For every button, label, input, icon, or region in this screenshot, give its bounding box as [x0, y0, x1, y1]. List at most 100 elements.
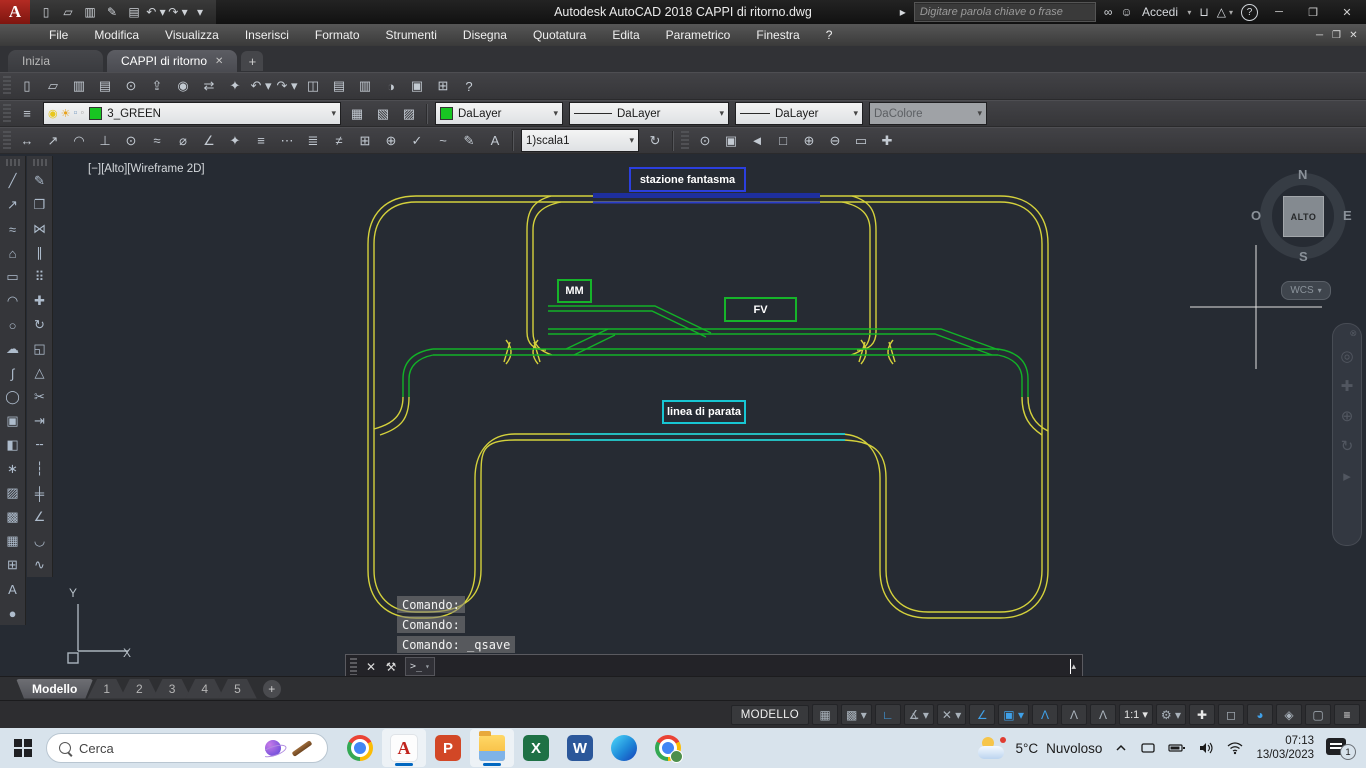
arc-icon[interactable]: ◠ — [1, 289, 25, 313]
dim-angular-icon[interactable]: ∠ — [197, 129, 221, 152]
toolbar-grip[interactable] — [33, 159, 47, 166]
showmotion-icon[interactable]: ▸ — [1343, 464, 1351, 488]
polar-tracking-icon[interactable]: ∡ ▾ — [904, 704, 934, 725]
powerpoint-icon[interactable]: P — [426, 729, 470, 767]
layer-manager-icon[interactable]: ▨ — [397, 102, 421, 125]
annotation-scale-icon[interactable]: Λ — [1090, 704, 1116, 725]
dim-tolerance-icon[interactable]: ⊞ — [353, 129, 377, 152]
tray-expand-icon[interactable] — [1114, 741, 1128, 755]
help-icon[interactable]: ? — [457, 75, 481, 98]
minimize-button[interactable]: ─ — [1266, 3, 1292, 21]
menu-quotatura[interactable]: Quotatura — [520, 24, 599, 46]
offset-icon[interactable]: ∥ — [28, 241, 52, 265]
erase-icon[interactable]: ✎ — [28, 169, 52, 193]
windows-start-button[interactable] — [14, 739, 32, 757]
dim-linear-icon[interactable]: ↔ — [15, 129, 39, 152]
zoom-window-icon[interactable]: ▣ — [719, 129, 743, 152]
customize-plus-icon[interactable]: ✚ — [1189, 704, 1215, 725]
zoom-out-icon[interactable]: ⊖ — [823, 129, 847, 152]
a360-icon[interactable]: △▾ — [1217, 5, 1233, 19]
label-fv[interactable]: FV — [724, 297, 797, 322]
viewport-icon[interactable]: ◫ — [301, 75, 325, 98]
taskbar-search-box[interactable]: Cerca — [46, 733, 328, 763]
layout-tab-4[interactable]: 4 — [185, 679, 224, 699]
dim-update-icon[interactable]: ↻ — [643, 129, 667, 152]
wifi-icon[interactable] — [1226, 741, 1244, 755]
dim-jogged-icon[interactable]: ≈ — [145, 129, 169, 152]
spline-icon[interactable]: ∫ — [1, 361, 25, 385]
workspace-settings-icon[interactable]: ⚙ ▾ — [1156, 704, 1186, 725]
infocenter-expand-icon[interactable]: ▸ — [900, 5, 906, 19]
keyword-search-input[interactable] — [915, 4, 1095, 20]
stretch-icon[interactable]: △ — [28, 361, 52, 385]
extend-icon[interactable]: ⇥ — [28, 409, 52, 433]
ellipse-icon[interactable]: ◯ — [1, 385, 25, 409]
app-store-icon[interactable]: ⊔ — [1199, 5, 1208, 19]
viewcube-north[interactable]: N — [1298, 167, 1307, 182]
search-icon[interactable]: ∞ — [1104, 5, 1113, 19]
menu-file[interactable]: File — [36, 24, 81, 46]
dim-quick-icon[interactable]: ✦ — [223, 129, 247, 152]
dim-arclength-icon[interactable]: ◠ — [67, 129, 91, 152]
menu-inserisci[interactable]: Inserisci — [232, 24, 302, 46]
command-prompt-icon[interactable]: >_▾ — [405, 657, 435, 676]
etransmit-icon[interactable]: ⇄ — [197, 75, 221, 98]
layout-tab-5[interactable]: 5 — [218, 679, 257, 699]
volume-icon[interactable] — [1198, 741, 1214, 755]
excel-icon[interactable]: X — [514, 729, 558, 767]
customization-menu-icon[interactable]: ≡ — [1334, 704, 1360, 725]
layout-tab-2[interactable]: 2 — [120, 679, 159, 699]
graphics-performance-icon[interactable]: ◕ — [1247, 704, 1273, 725]
blend-icon[interactable]: ∿ — [28, 553, 52, 577]
rectangle-icon[interactable]: ▭ — [1, 265, 25, 289]
web-icon[interactable]: ◉ — [171, 75, 195, 98]
construction-line-icon[interactable]: ↗ — [1, 193, 25, 217]
clock-widget[interactable]: 07:13 13/03/2023 — [1256, 734, 1314, 763]
doc-close-icon[interactable]: ✕ — [1345, 30, 1362, 41]
viewcube-top-face[interactable]: ALTO — [1283, 196, 1324, 237]
layer-properties-manager-icon[interactable]: ≡ — [15, 102, 39, 125]
zoom-realtime-icon[interactable]: ⊙ — [693, 129, 717, 152]
application-menu-button[interactable]: A — [0, 0, 30, 24]
copy-icon[interactable]: ❐ — [28, 193, 52, 217]
zoom-object-icon[interactable]: □ — [771, 129, 795, 152]
drawing-canvas[interactable]: [−][Alto][Wireframe 2D] stazione fantasm… — [55, 154, 1366, 676]
gradient-icon[interactable]: ▩ — [1, 505, 25, 529]
toolbar-grip[interactable] — [3, 131, 11, 151]
edge-icon[interactable] — [602, 729, 646, 767]
viewcube-south[interactable]: S — [1299, 249, 1308, 264]
menu-modifica[interactable]: Modifica — [81, 24, 152, 46]
wcs-dropdown[interactable]: WCS▾ — [1281, 281, 1331, 300]
polyline-icon[interactable]: ≈ — [1, 217, 25, 241]
battery-icon[interactable] — [1168, 741, 1186, 755]
scale-icon[interactable]: ◱ — [28, 337, 52, 361]
command-customize-icon[interactable]: ⚒ — [381, 660, 401, 674]
weather-widget[interactable]: 5°C Nuvoloso — [978, 737, 1103, 759]
plot-button[interactable]: ▤ — [124, 2, 144, 22]
region-icon[interactable]: ▦ — [1, 529, 25, 553]
layout-tab-3[interactable]: 3 — [153, 679, 192, 699]
menu-edita[interactable]: Edita — [599, 24, 652, 46]
orbit-icon[interactable]: ↻ — [1341, 434, 1354, 458]
pan-hand-icon[interactable]: ✚ — [1341, 374, 1354, 398]
zoom-nav-icon[interactable]: ⊕ — [1341, 404, 1354, 428]
annotation-autoscale-icon[interactable]: Λ — [1061, 704, 1087, 725]
polygon-icon[interactable]: ⌂ — [1, 241, 25, 265]
word-icon[interactable]: W — [558, 729, 602, 767]
saveas-button[interactable]: ✎ — [102, 2, 122, 22]
trim-icon[interactable]: ✂ — [28, 385, 52, 409]
dim-diameter-icon[interactable]: ⌀ — [171, 129, 195, 152]
close-button[interactable]: ✕ — [1334, 3, 1360, 21]
dim-baseline-icon[interactable]: ≡ — [249, 129, 273, 152]
break-icon[interactable]: ╌ — [28, 433, 52, 457]
dim-aligned-icon[interactable]: ↗ — [41, 129, 65, 152]
command-input[interactable] — [439, 657, 1067, 677]
dim-continue-icon[interactable]: ⋯ — [275, 129, 299, 152]
lineweight-combo[interactable]: DaLayer ▾ — [735, 102, 863, 125]
markup-icon[interactable]: ✦ — [223, 75, 247, 98]
break-at-point-icon[interactable]: ┆ — [28, 457, 52, 481]
viewcube-east[interactable]: E — [1343, 208, 1352, 223]
dimstyle-combo[interactable]: 1)scala1 ▾ — [521, 129, 639, 152]
notification-center-button[interactable]: 1 — [1326, 736, 1356, 760]
tab-cappi-di-ritorno[interactable]: CAPPI di ritorno✕ — [107, 50, 237, 72]
